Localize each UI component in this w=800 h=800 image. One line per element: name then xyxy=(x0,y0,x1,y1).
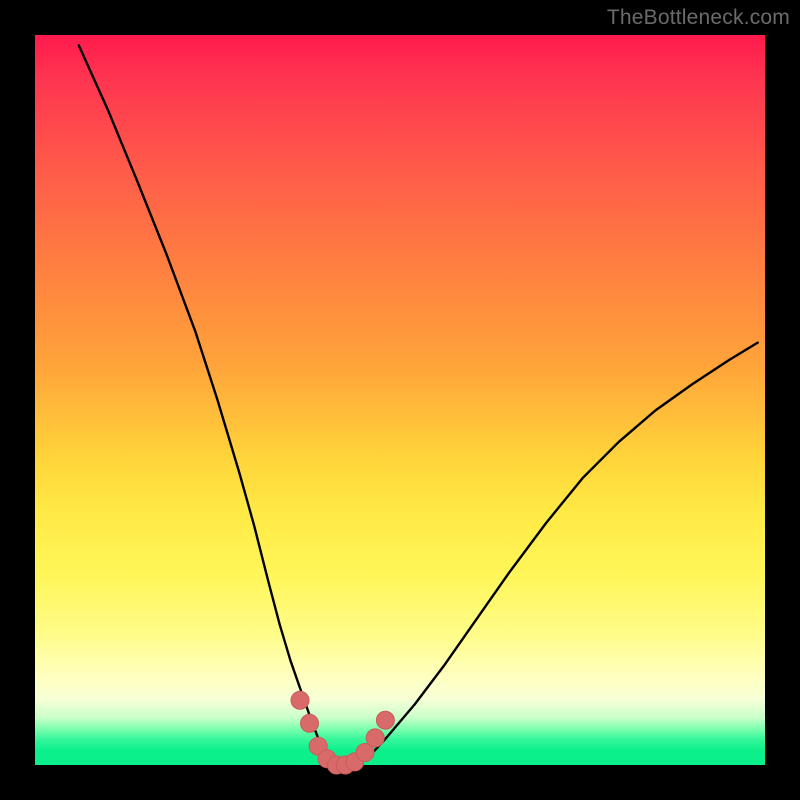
highlight-marker xyxy=(291,691,309,709)
chart-frame: TheBottleneck.com xyxy=(0,0,800,800)
highlight-marker xyxy=(301,714,319,732)
highlight-marker xyxy=(376,711,394,729)
highlight-marker xyxy=(366,729,384,747)
plot-area xyxy=(35,35,765,765)
highlight-markers xyxy=(291,691,394,774)
bottleneck-curve xyxy=(79,45,758,765)
watermark-text: TheBottleneck.com xyxy=(607,6,790,30)
curve-layer xyxy=(35,35,765,765)
